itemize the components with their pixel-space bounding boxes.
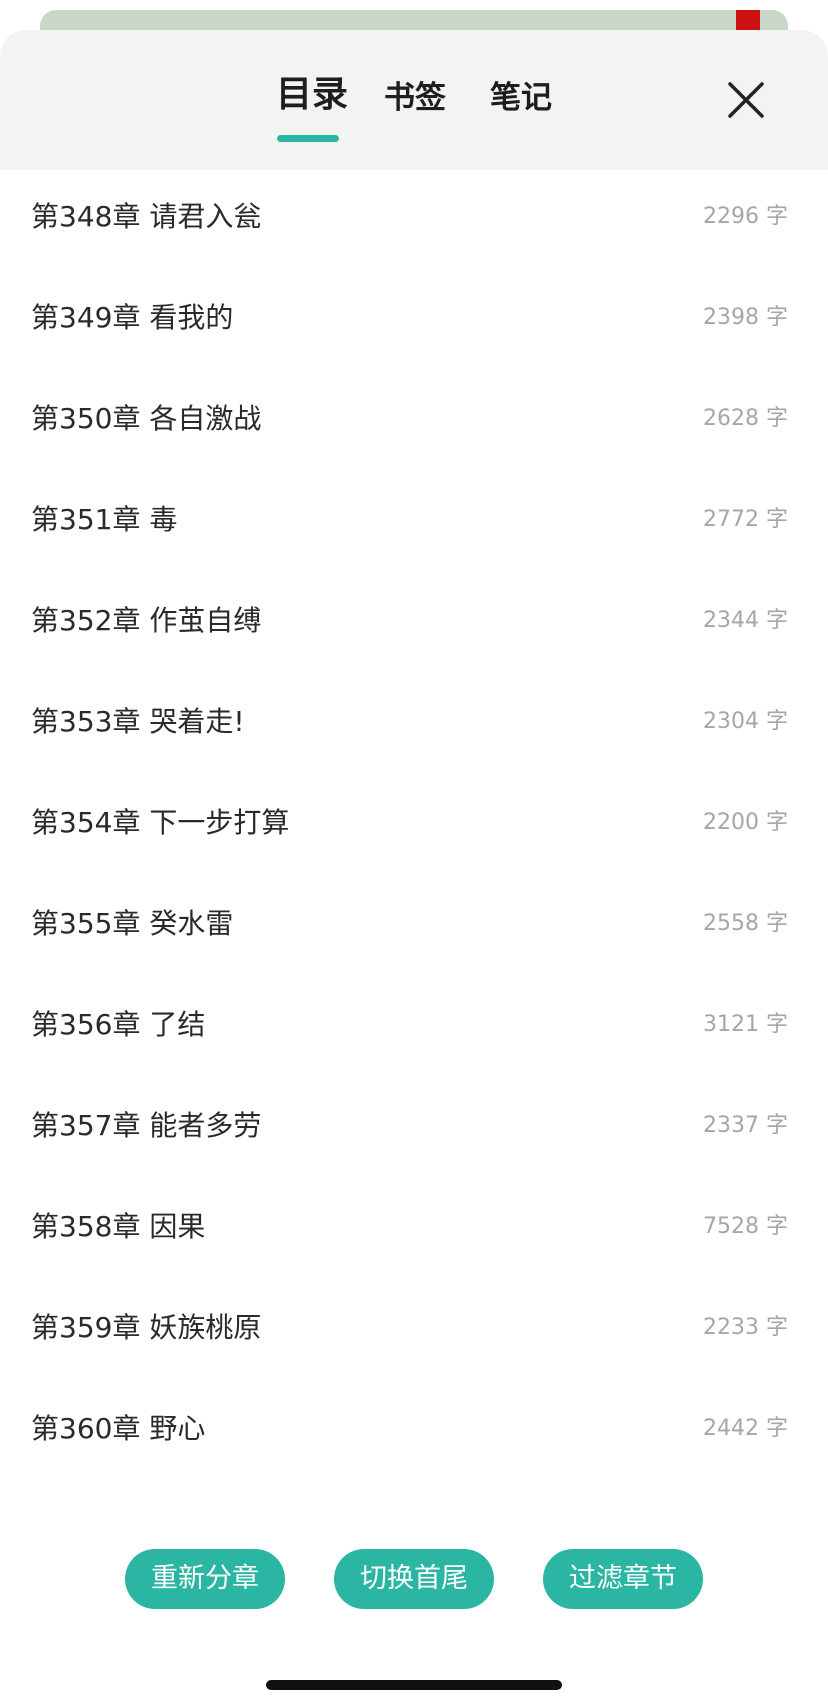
chapter-row[interactable]: 第350章 各自激战 2628 字 bbox=[0, 372, 828, 473]
tab-bookmarks[interactable]: 书签 bbox=[384, 78, 446, 118]
home-indicator[interactable] bbox=[266, 1680, 562, 1690]
resplit-chapters-button[interactable]: 重新分章 bbox=[125, 1549, 285, 1609]
chapter-title: 第358章 因果 bbox=[31, 1210, 206, 1243]
chapter-title: 第348章 请君入瓮 bbox=[31, 200, 262, 233]
chapter-word-count: 2442 字 bbox=[703, 1416, 788, 1441]
chapter-word-count: 2200 字 bbox=[703, 810, 788, 835]
chapter-row[interactable]: 第357章 能者多劳 2337 字 bbox=[0, 1079, 828, 1180]
list-bottom-fade bbox=[0, 1510, 828, 1550]
chapter-title: 第356章 了结 bbox=[31, 1008, 206, 1041]
chapter-row[interactable]: 第352章 作茧自缚 2344 字 bbox=[0, 574, 828, 675]
chapter-row[interactable]: 第348章 请君入瓮 2296 字 bbox=[0, 170, 828, 271]
close-icon bbox=[728, 82, 764, 118]
chapter-title: 第355章 癸水雷 bbox=[31, 907, 234, 940]
chapter-word-count: 7528 字 bbox=[703, 1214, 788, 1239]
chapter-row[interactable]: 第351章 毒 2772 字 bbox=[0, 473, 828, 574]
chapter-word-count: 2772 字 bbox=[703, 507, 788, 532]
chapter-row[interactable]: 第354章 下一步打算 2200 字 bbox=[0, 776, 828, 877]
chapter-word-count: 2558 字 bbox=[703, 911, 788, 936]
tab-notes[interactable]: 笔记 bbox=[490, 78, 552, 118]
chapter-row[interactable]: 第356章 了结 3121 字 bbox=[0, 978, 828, 1079]
active-tab-indicator bbox=[277, 135, 339, 142]
switch-ends-button[interactable]: 切换首尾 bbox=[334, 1549, 494, 1609]
chapter-list[interactable]: 第348章 请君入瓮 2296 字 第349章 看我的 2398 字 第350章… bbox=[0, 170, 828, 1550]
chapter-word-count: 3121 字 bbox=[703, 1012, 788, 1037]
close-button[interactable] bbox=[722, 76, 770, 124]
chapter-title: 第357章 能者多劳 bbox=[31, 1109, 262, 1142]
chapter-row[interactable]: 第353章 哭着走! 2304 字 bbox=[0, 675, 828, 776]
chapter-title: 第350章 各自激战 bbox=[31, 402, 262, 435]
chapter-row[interactable]: 第360章 野心 2442 字 bbox=[0, 1382, 828, 1483]
background-bookmark-mark bbox=[736, 10, 760, 32]
filter-chapters-button[interactable]: 过滤章节 bbox=[543, 1549, 703, 1609]
chapter-row[interactable]: 第359章 妖族桃原 2233 字 bbox=[0, 1281, 828, 1382]
chapter-title: 第349章 看我的 bbox=[31, 301, 234, 334]
chapter-row[interactable]: 第349章 看我的 2398 字 bbox=[0, 271, 828, 372]
chapter-word-count: 2628 字 bbox=[703, 406, 788, 431]
chapter-word-count: 2344 字 bbox=[703, 608, 788, 633]
sheet-header: 目录 书签 笔记 bbox=[0, 30, 828, 170]
chapter-title: 第360章 野心 bbox=[31, 1412, 206, 1445]
chapter-word-count: 2337 字 bbox=[703, 1113, 788, 1138]
chapter-title: 第354章 下一步打算 bbox=[31, 806, 290, 839]
chapter-title: 第351章 毒 bbox=[31, 503, 178, 536]
chapter-word-count: 2304 字 bbox=[703, 709, 788, 734]
chapter-row[interactable]: 第358章 因果 7528 字 bbox=[0, 1180, 828, 1281]
catalog-sheet: 目录 书签 笔记 第348章 请君入瓮 2296 字 第349章 看我的 239… bbox=[0, 30, 828, 1706]
chapter-title: 第353章 哭着走! bbox=[31, 705, 245, 738]
tab-table-of-contents[interactable]: 目录 bbox=[276, 75, 348, 115]
chapter-word-count: 2296 字 bbox=[703, 204, 788, 229]
chapter-word-count: 2233 字 bbox=[703, 1315, 788, 1340]
chapter-title: 第352章 作茧自缚 bbox=[31, 604, 262, 637]
chapter-word-count: 2398 字 bbox=[703, 305, 788, 330]
chapter-row[interactable]: 第355章 癸水雷 2558 字 bbox=[0, 877, 828, 978]
chapter-title: 第359章 妖族桃原 bbox=[31, 1311, 262, 1344]
